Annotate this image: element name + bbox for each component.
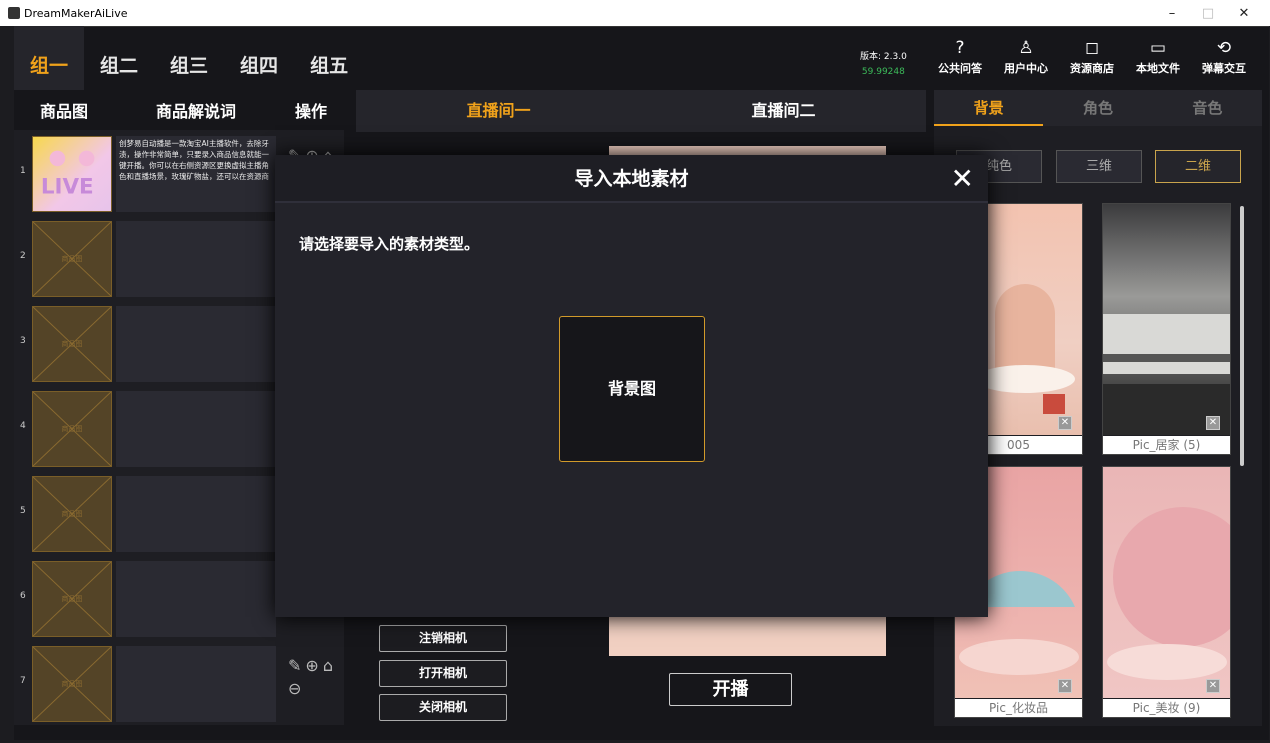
local-files-button[interactable]: ▭ 本地文件 [1132,36,1184,76]
delete-icon[interactable]: ✕ [1058,416,1072,430]
col-product-desc: 商品解说词 [155,102,236,121]
product-description[interactable] [116,306,276,382]
top-toolbar: ? 公共问答 ♙ 用户中心 ◻ 资源商店 ▭ 本地文件 ⟲ 弹幕交互 [934,36,1264,76]
interact-icon: ⟲ [1216,38,1232,58]
interact-button[interactable]: ⟲ 弹幕交互 [1198,36,1250,76]
row-number: 6 [20,591,26,601]
product-description[interactable] [116,221,276,297]
product-thumbnail[interactable]: LIVE [32,136,112,212]
product-description[interactable] [116,561,276,637]
bg-card[interactable]: Pic_居家 (5) ✕ [1102,203,1231,455]
product-image-icon: LIVE [41,150,95,199]
user-center-label: 用户中心 [1004,62,1048,75]
product-description[interactable] [116,391,276,467]
placeholder-label: 商品图 [61,510,83,518]
local-files-label: 本地文件 [1136,62,1180,75]
shop-button[interactable]: ◻ 资源商店 [1066,36,1118,76]
close-window-button[interactable]: ✕ [1226,6,1262,21]
bg-card[interactable]: Pic_美妆 (9) ✕ [1102,466,1253,718]
tab-live-room-1[interactable]: 直播间一 [356,90,641,132]
close-icon[interactable]: ✕ [951,155,974,203]
title-bar: DreamMakerAiLive – □ ✕ [0,0,1270,26]
minimize-button[interactable]: – [1154,6,1190,21]
row-number: 2 [20,251,26,261]
bg-thumbnail [1103,467,1253,698]
folder-icon: ▭ [1149,38,1167,58]
close-camera-button[interactable]: 关闭相机 [379,694,507,721]
bg-caption: Pic_美妆 (9) [1103,699,1230,717]
product-description[interactable] [116,476,276,552]
row-number: 1 [20,166,26,176]
background-image-option[interactable]: 背景图 [559,316,705,462]
dialog-prompt: 请选择要导入的素材类型。 [299,235,480,253]
live-room-tabs: 直播间一 直播间二 [356,90,926,132]
col-actions: 操作 [294,102,327,121]
product-thumbnail[interactable]: 商品图 [32,561,112,637]
row-number: 5 [20,506,26,516]
user-center-button[interactable]: ♙ 用户中心 [1000,36,1052,76]
bg-caption: Pic_居家 (5) [1103,436,1230,454]
delete-icon[interactable]: ✕ [1058,679,1072,693]
tab-live-room-2[interactable]: 直播间二 [641,90,926,132]
delete-product-icon[interactable]: ⌂ [323,656,333,675]
bg-caption: Pic_化妆品 [955,699,1082,717]
col-product-image: 商品图 [39,102,88,121]
product-thumbnail[interactable]: 商品图 [32,306,112,382]
tab-background[interactable]: 背景 [934,90,1044,126]
shop-label: 资源商店 [1070,62,1114,75]
delete-icon[interactable]: ✕ [1206,679,1220,693]
product-thumbnail[interactable]: 商品图 [32,646,112,722]
move-up-icon[interactable]: ⊕ [305,656,318,675]
bg-thumbnail [1103,204,1230,435]
edit-icon[interactable]: ✎ [288,656,301,675]
version-label: 版本: 2.3.0 [860,52,907,62]
help-button[interactable]: ? 公共问答 [934,36,986,76]
start-live-button[interactable]: 开播 [669,673,792,706]
living-room-icon [1103,314,1230,435]
placeholder-label: 商品图 [61,255,83,263]
user-icon: ♙ [1018,38,1034,58]
row-number: 3 [20,336,26,346]
3d-button[interactable]: 三维 [1056,150,1142,183]
version-value: 59.99248 [861,67,905,77]
help-icon: ? [955,38,965,58]
product-thumbnail[interactable]: 商品图 [32,221,112,297]
shop-icon: ◻ [1084,38,1100,58]
interact-label: 弹幕交互 [1202,62,1246,75]
2d-button[interactable]: 二维 [1155,150,1241,183]
window-title: DreamMakerAiLive [24,6,128,20]
placeholder-label: 商品图 [61,340,83,348]
open-camera-button[interactable]: 打开相机 [379,660,507,687]
product-thumbnail[interactable]: 商品图 [32,476,112,552]
product-description[interactable] [116,646,276,722]
product-description[interactable]: 创梦易自动播是一款淘宝AI主播软件，去除牙渍，操作非常简单，只要录入商品信息就能… [116,136,276,212]
dialog-header: 导入本地素材 ✕ [275,155,988,203]
resource-scrollbar[interactable] [1240,206,1244,466]
delete-icon[interactable]: ✕ [1206,416,1220,430]
placeholder-label: 商品图 [61,425,83,433]
tab-character[interactable]: 角色 [1043,90,1152,126]
help-label: 公共问答 [938,62,982,75]
placeholder-label: 商品图 [61,680,83,688]
row-number: 4 [20,421,26,431]
row-actions: ✎⊕ ⌂ ⊖ [288,656,338,698]
svg-text:LIVE: LIVE [41,174,94,199]
app-icon [8,7,20,19]
maximize-button[interactable]: □ [1190,6,1226,21]
round-scene-icon [1107,507,1253,680]
tab-voice[interactable]: 音色 [1153,90,1262,126]
product-row[interactable]: 7 商品图 ✎ ⊕ ⌂ ⊖ [14,642,344,722]
product-thumbnail[interactable]: 商品图 [32,391,112,467]
move-down-icon[interactable]: ⊖ [288,679,301,698]
version-info: 版本: 2.3.0 59.99248 [860,50,907,80]
dialog-title: 导入本地素材 [574,168,689,190]
placeholder-label: 商品图 [61,595,83,603]
product-table-header: 商品图 商品解说词 操作 [14,90,344,130]
logout-camera-button[interactable]: 注销相机 [379,625,507,652]
row-number: 7 [20,676,26,686]
import-dialog: 导入本地素材 ✕ 请选择要导入的素材类型。 背景图 [275,155,988,617]
